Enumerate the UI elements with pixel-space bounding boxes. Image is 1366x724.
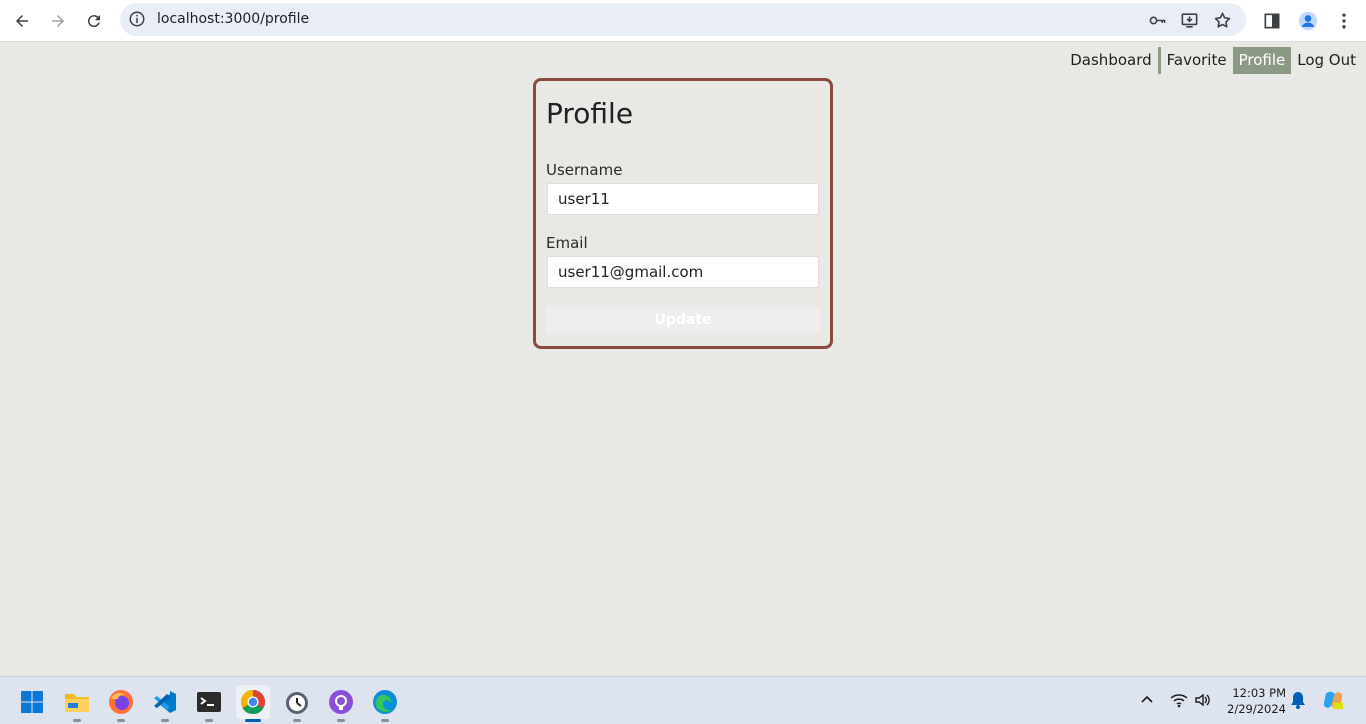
taskbar-vscode[interactable] (148, 685, 182, 722)
folder-icon (65, 694, 89, 712)
volume-icon[interactable] (1192, 689, 1214, 711)
wifi-icon[interactable] (1168, 689, 1190, 711)
clock-date: 2/29/2024 (1227, 702, 1286, 716)
notification-bell-icon[interactable] (1287, 689, 1309, 711)
bookmark-star-icon[interactable] (1211, 9, 1233, 31)
clock-time: 12:03 PM (1232, 686, 1286, 700)
taskbar-clock-app[interactable] (280, 685, 314, 722)
app-nav: Dashboard Favorite Profile Log Out (1064, 47, 1362, 74)
username-field[interactable] (547, 183, 819, 215)
back-button[interactable] (8, 7, 36, 35)
forward-button[interactable] (44, 7, 72, 35)
install-app-icon[interactable] (1178, 9, 1200, 31)
tray-overflow-chevron-icon[interactable] (1136, 689, 1158, 711)
email-label: Email (546, 234, 588, 252)
chrome-icon (240, 690, 266, 715)
forward-arrow-icon (52, 15, 64, 27)
copilot-icon[interactable] (1322, 689, 1344, 711)
taskbar-clock[interactable]: 12:03 PM 2/29/2024 (1222, 685, 1286, 717)
vscode-icon (154, 691, 176, 713)
windows-start-icon (21, 691, 43, 713)
browser-toolbar: localhost:3000/profile (0, 0, 1366, 42)
profile-avatar-icon[interactable] (1294, 7, 1322, 35)
taskbar-edge[interactable] (368, 685, 402, 722)
taskbar-terminal[interactable] (192, 685, 226, 722)
nav-favorite[interactable]: Favorite (1161, 47, 1233, 74)
reload-button[interactable] (80, 7, 108, 35)
more-menu-icon[interactable] (1330, 7, 1358, 35)
firefox-icon (109, 690, 133, 714)
page-title: Profile (546, 97, 634, 130)
update-button[interactable]: Update (546, 307, 820, 333)
profile-card: Profile Username Email Update (533, 78, 833, 349)
email-field[interactable] (547, 256, 819, 288)
back-arrow-icon (16, 15, 28, 27)
terminal-icon (197, 692, 221, 712)
side-panel-icon[interactable] (1258, 7, 1286, 35)
taskbar: 12:03 PM 2/29/2024 (0, 676, 1366, 724)
taskbar-chrome[interactable] (236, 685, 270, 722)
start-button[interactable] (15, 685, 49, 719)
reload-icon (87, 15, 100, 28)
password-key-icon[interactable] (1146, 9, 1168, 31)
username-label: Username (546, 161, 623, 179)
taskbar-file-explorer[interactable] (60, 685, 94, 722)
github-desktop-icon (329, 690, 353, 714)
taskbar-github-desktop[interactable] (324, 685, 358, 722)
address-bar[interactable]: localhost:3000/profile (120, 3, 1246, 36)
nav-logout[interactable]: Log Out (1291, 47, 1362, 74)
clock-icon (286, 692, 308, 714)
url-text[interactable]: localhost:3000/profile (157, 11, 309, 27)
nav-profile[interactable]: Profile (1232, 47, 1292, 74)
site-info-icon[interactable] (128, 10, 146, 28)
nav-dashboard[interactable]: Dashboard (1064, 47, 1161, 74)
edge-icon (373, 690, 397, 714)
taskbar-firefox[interactable] (104, 685, 138, 722)
